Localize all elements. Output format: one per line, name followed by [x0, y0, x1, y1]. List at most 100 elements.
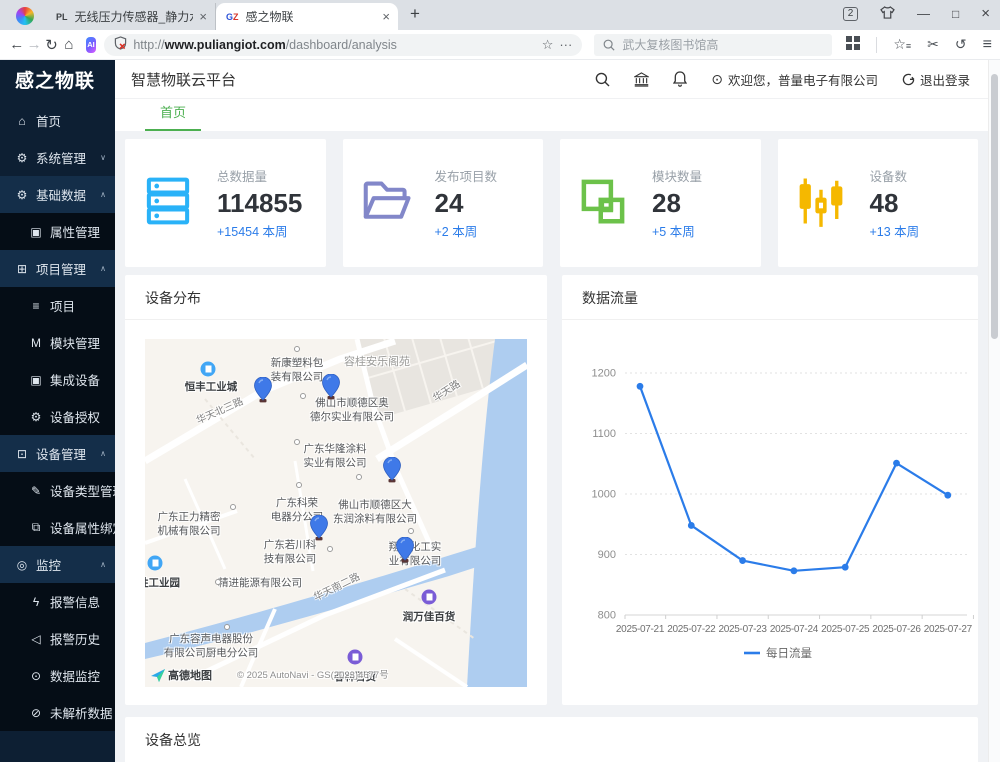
poi-dot: [224, 624, 230, 630]
tab2-favicon: GZ: [226, 12, 239, 22]
sidebar-item-integrated-device[interactable]: ▣集成设备: [0, 361, 115, 398]
search-icon: [603, 39, 615, 51]
sidebar-item-device-authorization[interactable]: ⚙设备授权: [0, 398, 115, 435]
svg-text:900: 900: [598, 549, 616, 561]
device-marker-icon[interactable]: [310, 515, 328, 542]
browser-tab-bar: PL 无线压力传感器_静力水准仪_ × GZ 感之物联 × + 2 — □ ×: [0, 0, 1000, 30]
stat-value: 24: [435, 189, 498, 219]
svg-text:2025-07-21: 2025-07-21: [616, 624, 665, 635]
browser-logo-icon[interactable]: [16, 7, 34, 25]
poi-dot: [230, 504, 236, 510]
device-management-icon: ⊡: [15, 447, 29, 461]
sidebar-item-label: 设备类型管理: [50, 481, 115, 500]
svg-text:2025-07-27: 2025-07-27: [924, 624, 973, 635]
sidebar-item-label: 首页: [36, 111, 61, 130]
poi-dot: [294, 439, 300, 445]
scissors-icon[interactable]: ✂: [927, 36, 939, 53]
sidebar: 感之物联 ⌂首页⚙系统管理∨⚙基础数据∧▣属性管理⊞项目管理∧≡项目M模块管理▣…: [0, 60, 115, 762]
sidebar-item-label: 属性管理: [50, 222, 100, 241]
browser-tab-1[interactable]: PL 无线压力传感器_静力水准仪_ ×: [46, 3, 216, 30]
header-search-icon[interactable]: [595, 72, 610, 87]
maximize-button[interactable]: □: [952, 7, 959, 21]
address-bar[interactable]: http://www.puliangiot.com/dashboard/anal…: [104, 34, 582, 56]
device-marker-icon[interactable]: [322, 374, 340, 401]
page-tabstrip: 首页: [115, 98, 1000, 131]
monitoring-icon: ◎: [15, 558, 29, 572]
tab-home[interactable]: 首页: [145, 102, 201, 131]
undo-icon[interactable]: ↺: [955, 36, 967, 53]
sidebar-item-attribute-management[interactable]: ▣ 属性管理: [0, 213, 115, 250]
minimize-button[interactable]: —: [917, 6, 930, 21]
main-area: 智慧物联云平台 ⊙ 欢迎您，普量电子有限公司: [115, 60, 1000, 762]
sidebar-item-module-management[interactable]: M模块管理: [0, 324, 115, 361]
insecure-shield-icon[interactable]: [114, 36, 127, 53]
stat-trend: +2 本周: [435, 221, 498, 240]
sidebar-item-device-management[interactable]: ⊡设备管理∧: [0, 435, 115, 472]
sidebar-item-device-attribute-binding[interactable]: ⧉设备属性绑定: [0, 509, 115, 546]
quick-search-box[interactable]: 武大复核图书馆高: [594, 34, 832, 56]
svg-text:2025-07-22: 2025-07-22: [667, 624, 716, 635]
device-authorization-icon: ⚙: [29, 410, 43, 424]
notification-bell-icon[interactable]: [673, 71, 687, 87]
menu-icon[interactable]: ≡: [983, 36, 992, 54]
sidebar-item-data-monitoring[interactable]: ⊙数据监控: [0, 657, 115, 694]
module-count-card: 模块数量28+5 本周: [560, 139, 761, 267]
more-dots-icon[interactable]: ···: [559, 37, 572, 52]
theme-shirt-icon[interactable]: [880, 6, 895, 22]
stat-trend: +13 本周: [870, 221, 920, 240]
sidebar-item-label: 项目: [50, 296, 75, 315]
building-icon: [148, 556, 163, 571]
close-window-button[interactable]: ×: [981, 5, 990, 22]
bookmark-star-icon[interactable]: ☆: [542, 37, 554, 53]
tab2-close-icon[interactable]: ×: [382, 9, 390, 24]
legend-daily-traffic[interactable]: 每日流量: [744, 646, 812, 660]
sidebar-item-project[interactable]: ≡项目: [0, 287, 115, 324]
building-icon: [201, 362, 216, 377]
sidebar-item-alarm-history[interactable]: ◁报警历史: [0, 620, 115, 657]
org-bank-icon[interactable]: [634, 72, 649, 87]
device-distribution-title: 设备分布: [125, 275, 547, 320]
amap-logo: 高德地图: [151, 667, 212, 683]
sidebar-item-device-type-management[interactable]: ✎设备类型管理: [0, 472, 115, 509]
forward-icon[interactable]: →: [25, 36, 42, 53]
stat-label: 模块数量: [652, 166, 702, 185]
chevron-up-icon: ∧: [100, 264, 106, 273]
home-icon: ⌂: [15, 114, 29, 128]
device-marker-icon[interactable]: [254, 377, 272, 404]
ai-assistant-icon[interactable]: AI: [86, 37, 97, 53]
back-icon[interactable]: ←: [8, 36, 25, 53]
app-logo[interactable]: 感之物联: [0, 60, 115, 102]
welcome-user[interactable]: ⊙ 欢迎您，普量电子有限公司: [711, 70, 878, 89]
favorites-icon[interactable]: ☆≡: [893, 36, 911, 53]
sidebar-item-home[interactable]: ⌂ 首页: [0, 102, 115, 139]
map-attribution: © 2025 AutoNavi - GS(2023)4677号: [237, 667, 389, 681]
sidebar-item-system-management[interactable]: ⚙系统管理∨: [0, 139, 115, 176]
logout-button[interactable]: 退出登录: [902, 70, 970, 89]
browser-home-icon[interactable]: ⌂: [60, 36, 77, 53]
stat-cards-row: 总数据量114855+15454 本周发布项目数24+2 本周模块数量28+5 …: [125, 139, 978, 267]
device-marker-icon[interactable]: [396, 537, 414, 564]
url-text[interactable]: http://www.puliangiot.com/dashboard/anal…: [133, 38, 397, 52]
sidebar-item-project-management[interactable]: ⊞项目管理∧: [0, 250, 115, 287]
sidebar-item-unparsed-data[interactable]: ⊘未解析数据: [0, 694, 115, 731]
refresh-icon[interactable]: ↻: [43, 36, 60, 54]
sidebar-item-label: 设备管理: [36, 444, 86, 463]
device-marker-icon[interactable]: [383, 457, 401, 484]
attribute-management-icon: ▣: [29, 225, 43, 239]
stat-value: 48: [870, 189, 920, 219]
scrollbar-thumb[interactable]: [991, 74, 998, 339]
sidebar-item-label: 系统管理: [36, 148, 86, 167]
user-circle-icon: ⊙: [711, 71, 723, 88]
page-scrollbar[interactable]: [988, 60, 1000, 762]
stat-label: 总数据量: [217, 166, 302, 185]
browser-tab-2[interactable]: GZ 感之物联 ×: [216, 3, 398, 30]
total-data-card: 总数据量114855+15454 本周: [125, 139, 326, 267]
new-tab-button[interactable]: +: [410, 4, 420, 24]
sidebar-item-monitoring[interactable]: ◎监控∧: [0, 546, 115, 583]
sidebar-item-alarm-info[interactable]: ϟ报警信息: [0, 583, 115, 620]
sidebar-item-basic-data[interactable]: ⚙基础数据∧: [0, 176, 115, 213]
device-map[interactable]: 新康塑料包 装有限公司容桂安乐阁苑恒丰工业城华天北三路佛山市顺德区奥 德尔实业有…: [145, 339, 527, 687]
apps-grid-icon[interactable]: [846, 36, 860, 53]
tab1-close-icon[interactable]: ×: [199, 9, 207, 24]
tab-count-badge[interactable]: 2: [843, 7, 858, 21]
